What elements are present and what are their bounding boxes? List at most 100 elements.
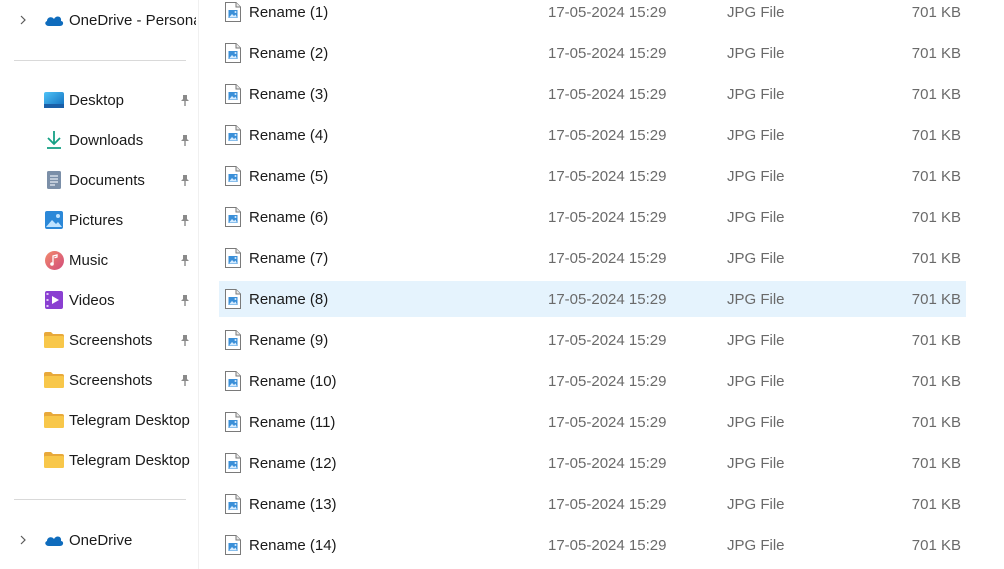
file-row[interactable]: Rename (3) 17-05-2024 15:29 JPG File 701 KB <box>219 76 966 112</box>
sidebar-item-music[interactable]: Music <box>0 242 198 278</box>
file-size: 701 KB <box>911 126 961 144</box>
file-date-modified: 17-05-2024 15:29 <box>548 536 667 554</box>
pane-divider[interactable] <box>198 0 199 569</box>
sidebar-item-label: Screenshots <box>69 371 153 389</box>
sidebar-item-pictures[interactable]: Pictures <box>0 202 198 238</box>
file-size: 701 KB <box>911 208 961 226</box>
file-date-modified: 17-05-2024 15:29 <box>548 331 667 349</box>
file-name: Rename (4) <box>249 126 329 144</box>
file-size: 701 KB <box>911 454 961 472</box>
file-size: 701 KB <box>911 372 961 390</box>
pictures-icon <box>44 210 64 230</box>
folder-icon <box>44 330 64 350</box>
file-name: Rename (2) <box>249 44 329 62</box>
sidebar-item-label: Music <box>69 251 109 269</box>
file-row[interactable]: Rename (7) 17-05-2024 15:29 JPG File 701 KB <box>219 240 966 276</box>
sidebar-item-label: Documents <box>69 171 145 189</box>
sidebar-item-telegram-desktop[interactable]: Telegram Desktop <box>0 402 198 438</box>
file-type: JPG File <box>727 126 785 144</box>
folder-icon <box>44 370 64 390</box>
file-name: Rename (13) <box>249 495 337 513</box>
pin-icon[interactable] <box>178 373 192 387</box>
file-date-modified: 17-05-2024 15:29 <box>548 167 667 185</box>
file-date-modified: 17-05-2024 15:29 <box>548 290 667 308</box>
chevron-right-icon[interactable] <box>17 534 29 546</box>
file-name: Rename (9) <box>249 331 329 349</box>
sidebar-item-onedrive[interactable]: OneDrive <box>0 522 198 558</box>
file-date-modified: 17-05-2024 15:29 <box>548 85 667 103</box>
file-row[interactable]: Rename (2) 17-05-2024 15:29 JPG File 701 KB <box>219 35 966 71</box>
sidebar-item-downloads[interactable]: Downloads <box>0 122 198 158</box>
file-type: JPG File <box>727 3 785 21</box>
sidebar-item-telegram-desktop[interactable]: Telegram Desktop <box>0 442 198 478</box>
pin-icon[interactable] <box>178 213 192 227</box>
sidebar-item-label: Downloads <box>69 131 144 149</box>
file-row[interactable]: Rename (12) 17-05-2024 15:29 JPG File 701 K… <box>219 445 966 481</box>
file-date-modified: 17-05-2024 15:29 <box>548 208 667 226</box>
file-name: Rename (3) <box>249 85 329 103</box>
file-name: Rename (11) <box>249 413 336 431</box>
file-type: JPG File <box>727 413 785 431</box>
jpg-file-icon <box>225 371 241 391</box>
sidebar-item-screenshots[interactable]: Screenshots <box>0 362 198 398</box>
file-row[interactable]: Rename (5) 17-05-2024 15:29 JPG File 701 KB <box>219 158 966 194</box>
sidebar-item-label: Videos <box>69 291 115 309</box>
file-size: 701 KB <box>911 536 961 554</box>
pin-icon[interactable] <box>178 93 192 107</box>
file-name: Rename (6) <box>249 208 329 226</box>
file-size: 701 KB <box>911 3 961 21</box>
sidebar-divider <box>14 499 186 500</box>
file-type: JPG File <box>727 44 785 62</box>
pin-icon[interactable] <box>178 173 192 187</box>
jpg-file-icon <box>225 289 241 309</box>
jpg-file-icon <box>225 248 241 268</box>
file-date-modified: 17-05-2024 15:29 <box>548 44 667 62</box>
jpg-file-icon <box>225 535 241 555</box>
pin-icon[interactable] <box>178 253 192 267</box>
pin-icon[interactable] <box>178 293 192 307</box>
pin-icon[interactable] <box>178 333 192 347</box>
file-type: JPG File <box>727 372 785 390</box>
jpg-file-icon <box>225 207 241 227</box>
file-size: 701 KB <box>911 331 961 349</box>
onedrive-icon <box>44 10 64 30</box>
sidebar-item-onedrive-personal[interactable]: OneDrive - Persona <box>0 2 198 38</box>
pin-icon[interactable] <box>178 133 192 147</box>
file-name: Rename (10) <box>249 372 337 390</box>
documents-icon <box>44 170 64 190</box>
sidebar-item-desktop[interactable]: Desktop <box>0 82 198 118</box>
jpg-file-icon <box>225 43 241 63</box>
file-date-modified: 17-05-2024 15:29 <box>548 454 667 472</box>
sidebar-item-label: Telegram Desktop <box>69 451 190 469</box>
sidebar-item-label: Desktop <box>69 91 125 109</box>
file-row[interactable]: Rename (10) 17-05-2024 15:29 JPG File 701 K… <box>219 363 966 399</box>
file-size: 701 KB <box>911 44 961 62</box>
file-size: 701 KB <box>911 495 961 513</box>
file-row[interactable]: Rename (1) 17-05-2024 15:29 JPG File 701 KB <box>219 0 966 30</box>
file-type: JPG File <box>727 85 785 103</box>
file-row[interactable]: Rename (8) 17-05-2024 15:29 JPG File 701 KB <box>219 281 966 317</box>
file-row[interactable]: Rename (6) 17-05-2024 15:29 JPG File 701 KB <box>219 199 966 235</box>
file-row[interactable]: Rename (11) 17-05-2024 15:29 JPG File 701 K… <box>219 404 966 440</box>
sidebar-item-screenshots[interactable]: Screenshots <box>0 322 198 358</box>
downloads-icon <box>44 130 64 150</box>
file-row[interactable]: Rename (9) 17-05-2024 15:29 JPG File 701 KB <box>219 322 966 358</box>
file-row[interactable]: Rename (14) 17-05-2024 15:29 JPG File 701 K… <box>219 527 966 563</box>
file-name: Rename (5) <box>249 167 329 185</box>
sidebar-item-documents[interactable]: Documents <box>0 162 198 198</box>
file-type: JPG File <box>727 536 785 554</box>
chevron-right-icon[interactable] <box>17 14 29 26</box>
jpg-file-icon <box>225 166 241 186</box>
onedrive-icon <box>44 530 64 550</box>
file-size: 701 KB <box>911 413 961 431</box>
jpg-file-icon <box>225 84 241 104</box>
sidebar-item-label: Pictures <box>69 211 124 229</box>
sidebar-item-videos[interactable]: Videos <box>0 282 198 318</box>
file-size: 701 KB <box>911 85 961 103</box>
folder-icon <box>44 410 64 430</box>
file-date-modified: 17-05-2024 15:29 <box>548 3 667 21</box>
file-row[interactable]: Rename (4) 17-05-2024 15:29 JPG File 701 KB <box>219 117 966 153</box>
file-type: JPG File <box>727 249 785 267</box>
file-row[interactable]: Rename (13) 17-05-2024 15:29 JPG File 701 K… <box>219 486 966 522</box>
sidebar-item-label: Telegram Desktop <box>69 411 190 429</box>
